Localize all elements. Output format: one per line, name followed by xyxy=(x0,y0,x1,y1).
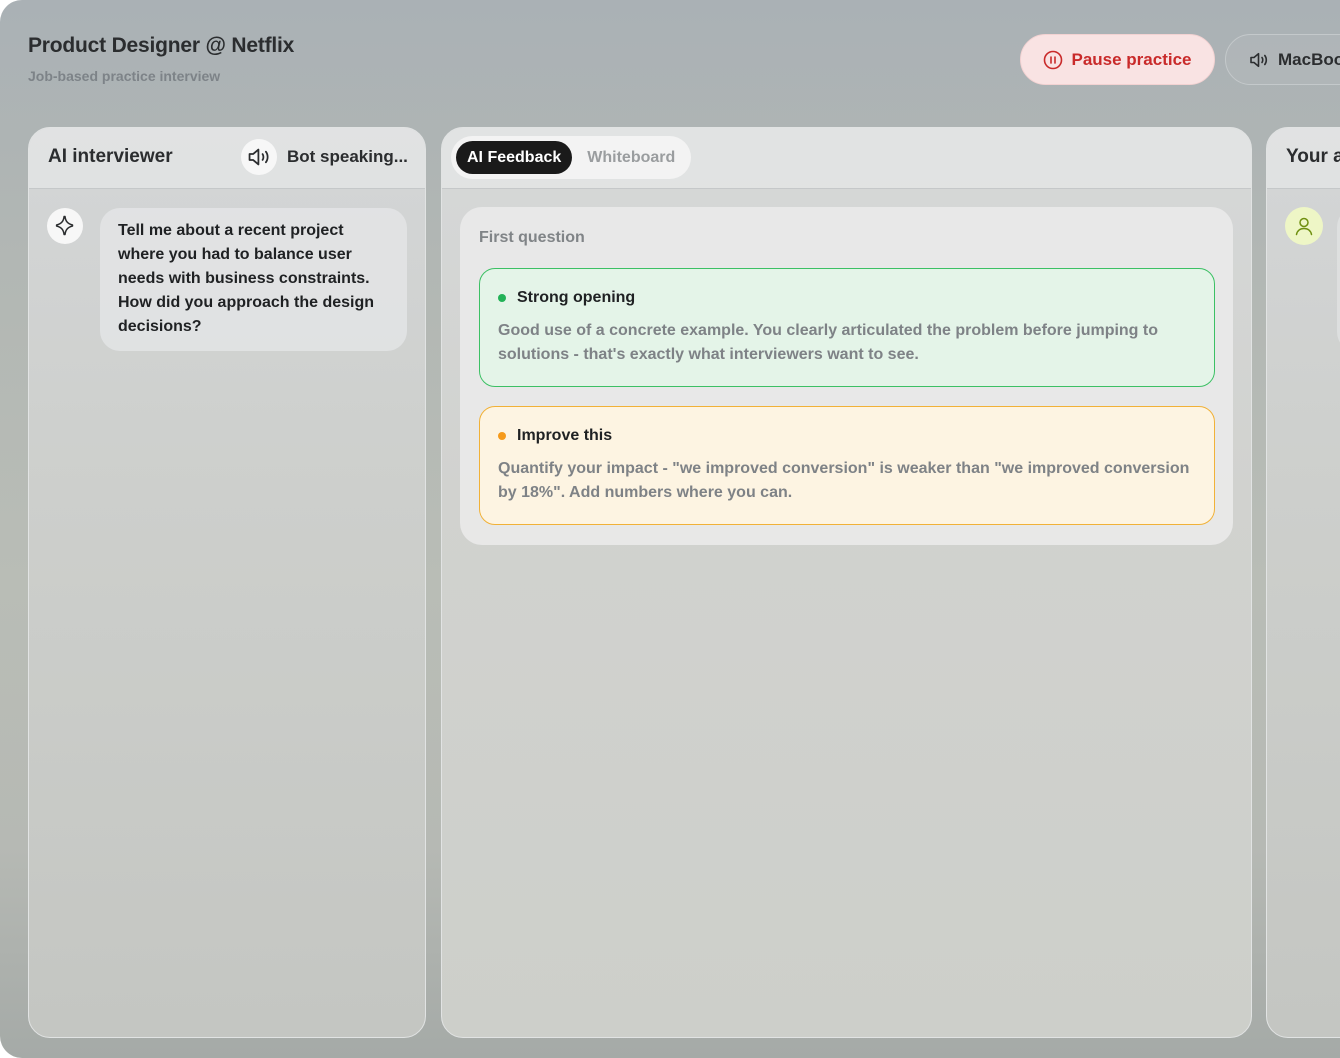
feedback-panel: AI Feedback Whiteboard First question St… xyxy=(441,127,1252,1038)
user-answer-title: Your a xyxy=(1286,146,1340,167)
user-answer-header: Your a xyxy=(1267,128,1340,189)
positive-feedback-note: Strong opening Good use of a concrete ex… xyxy=(479,268,1215,387)
speaker-icon xyxy=(241,139,277,175)
audio-device-label: MacBook xyxy=(1278,49,1340,69)
improvement-feedback-title-row: Improve this xyxy=(498,427,1196,445)
feedback-card: First question Strong opening Good use o… xyxy=(460,207,1233,545)
positive-feedback-title: Strong opening xyxy=(517,289,636,306)
page-subtitle: Job-based practice interview xyxy=(28,68,221,84)
bot-status: Bot speaking... xyxy=(241,139,408,175)
ai-interviewer-header: AI interviewer Bot speaking... xyxy=(29,128,425,189)
app-window: Product Designer @ Netflix Job-based pra… xyxy=(0,0,1340,1058)
tab-ai-feedback[interactable]: AI Feedback xyxy=(456,141,573,174)
pause-practice-button[interactable]: Pause practice xyxy=(1020,34,1215,85)
orange-dot-icon xyxy=(498,432,506,440)
sparkle-icon xyxy=(47,208,83,244)
ai-interviewer-panel: AI interviewer Bot speaking... Tell me a… xyxy=(28,127,426,1038)
pause-practice-label: Pause practice xyxy=(1071,49,1192,69)
user-answer-panel: Your a xyxy=(1266,127,1340,1038)
improvement-feedback-title: Improve this xyxy=(517,427,613,444)
ai-interviewer-title: AI interviewer xyxy=(48,146,173,167)
page-title: Product Designer @ Netflix xyxy=(28,34,295,57)
interviewer-message: Tell me about a recent project where you… xyxy=(100,208,407,351)
speaker-icon xyxy=(1248,49,1270,71)
green-dot-icon xyxy=(498,294,506,302)
bot-status-label: Bot speaking... xyxy=(287,147,408,166)
question-label: First question xyxy=(479,229,585,246)
audio-device-button[interactable]: MacBook xyxy=(1225,34,1340,85)
improvement-feedback-text: Quantify your impact - "we improved conv… xyxy=(498,460,1190,501)
pause-circle-icon xyxy=(1043,50,1063,70)
positive-feedback-title-row: Strong opening xyxy=(498,289,1196,307)
positive-feedback-text: Good use of a concrete example. You clea… xyxy=(498,322,1158,363)
improvement-feedback-note: Improve this Quantify your impact - "we … xyxy=(479,406,1215,525)
tab-whiteboard[interactable]: Whiteboard xyxy=(576,141,686,174)
user-icon xyxy=(1285,207,1323,245)
feedback-tabs: AI Feedback Whiteboard xyxy=(451,136,692,179)
feedback-panel-header: AI Feedback Whiteboard xyxy=(442,128,1251,189)
